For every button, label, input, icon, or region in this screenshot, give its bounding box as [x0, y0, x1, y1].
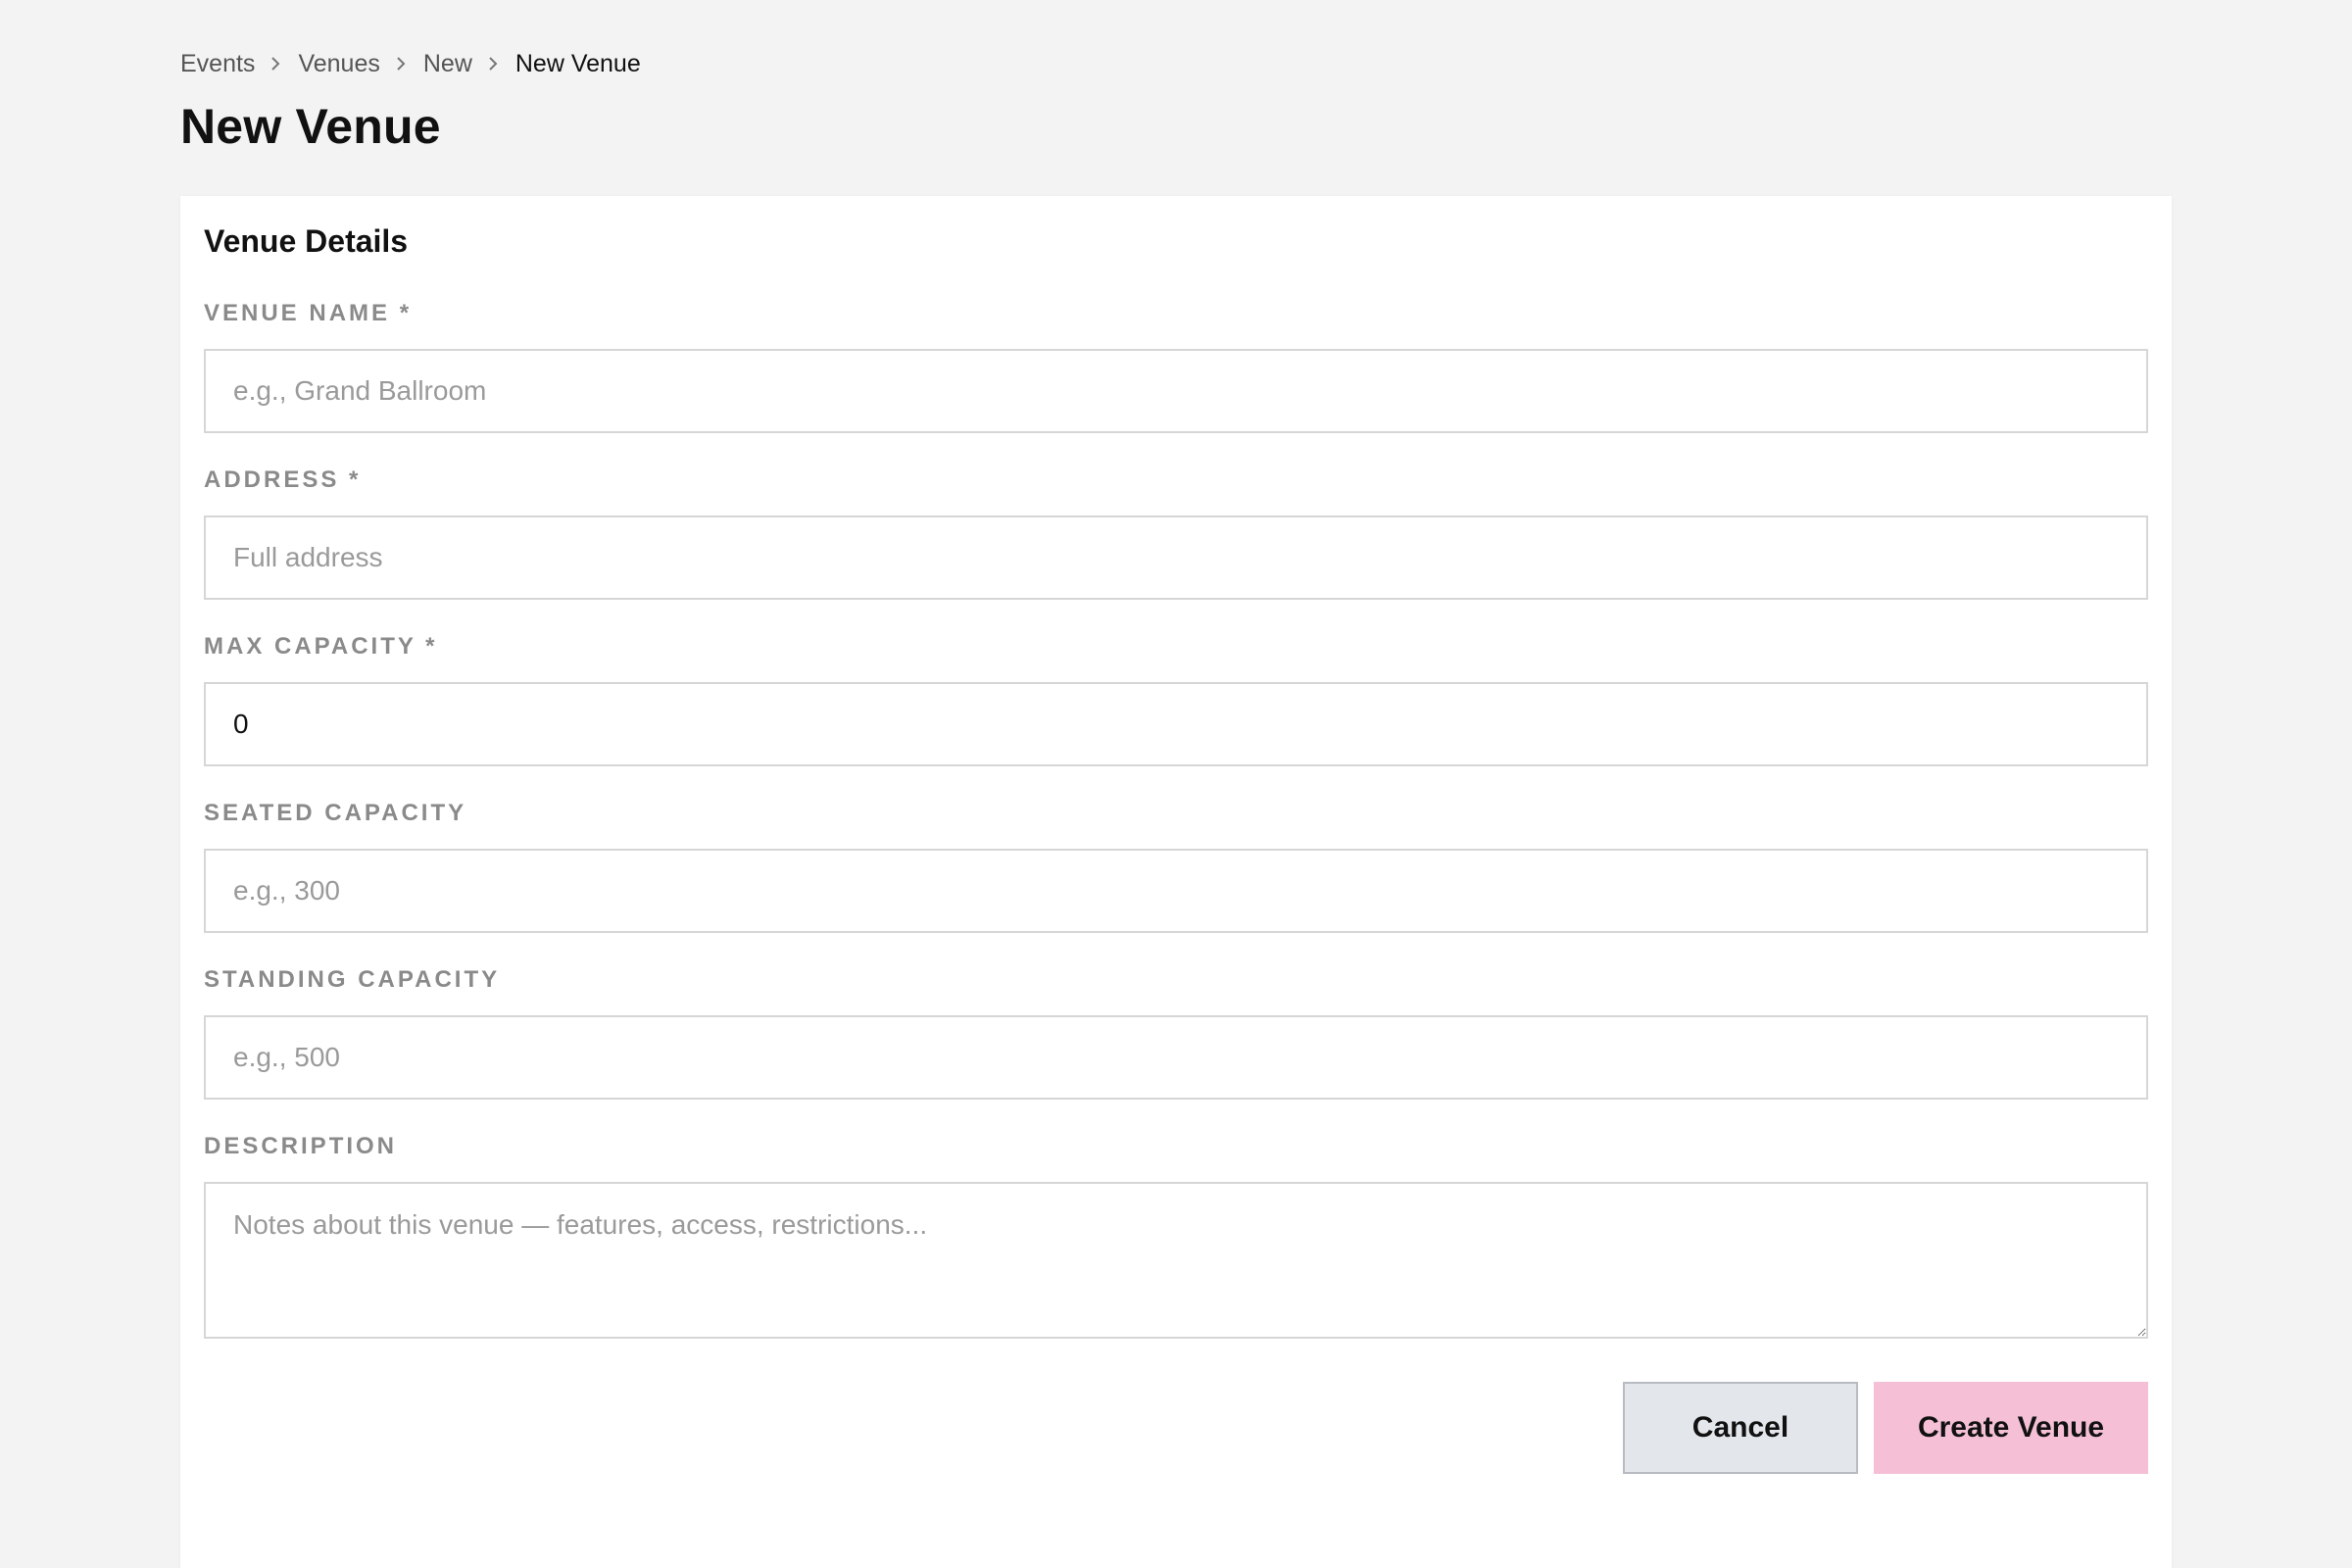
venue-name-input[interactable]	[204, 349, 2148, 433]
description-label: DESCRIPTION	[204, 1133, 398, 1159]
page-title: New Venue	[180, 99, 441, 154]
breadcrumb-item-venues[interactable]: Venues	[298, 50, 379, 78]
breadcrumb-current: New Venue	[514, 49, 641, 77]
standing-capacity-label: STANDING CAPACITY	[204, 966, 501, 993]
breadcrumb-item-events[interactable]: Events	[180, 50, 255, 78]
max-capacity-input[interactable]	[204, 682, 2148, 766]
breadcrumb: Events Venues New New Venue	[180, 47, 641, 80]
venue-name-label: VENUE NAME *	[204, 300, 413, 326]
breadcrumb-item-new[interactable]: New	[423, 50, 472, 78]
address-label: ADDRESS *	[204, 466, 362, 493]
seated-capacity-input[interactable]	[204, 849, 2148, 933]
description-textarea[interactable]	[204, 1182, 2148, 1339]
standing-capacity-input[interactable]	[204, 1015, 2148, 1100]
chevron-right-icon	[380, 47, 423, 80]
address-input[interactable]	[204, 515, 2148, 600]
section-title: Venue Details	[204, 223, 409, 259]
seated-capacity-label: SEATED CAPACITY	[204, 800, 467, 826]
cancel-button[interactable]: Cancel	[1623, 1382, 1858, 1474]
venue-details-card: Venue Details VENUE NAME * ADDRESS * MAX…	[180, 196, 2172, 1568]
chevron-right-icon	[472, 47, 515, 80]
max-capacity-label: MAX CAPACITY *	[204, 633, 438, 660]
chevron-right-icon	[255, 47, 298, 80]
create-venue-button[interactable]: Create Venue	[1874, 1382, 2148, 1474]
